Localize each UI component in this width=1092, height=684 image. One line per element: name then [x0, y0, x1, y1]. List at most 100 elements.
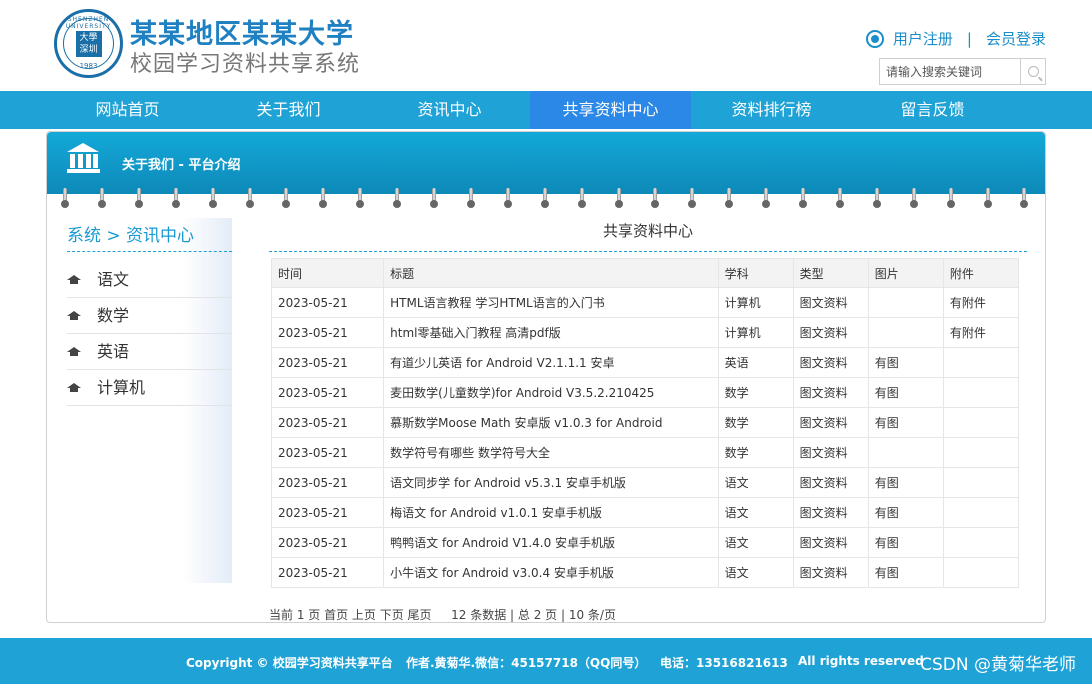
nav-shared-materials[interactable]: 共享资料中心	[530, 91, 691, 129]
cell-title[interactable]: 麦田数学(儿童数学)for Android V3.5.2.210425	[383, 377, 719, 408]
cell-attachment	[942, 467, 1020, 498]
binder-ring-icon	[430, 188, 438, 210]
binder-ring-icon	[983, 188, 992, 210]
binder-ring-icon	[835, 188, 844, 210]
table-row[interactable]: 2023-05-21 麦田数学(儿童数学)for Android V3.5.2.2…	[270, 377, 1020, 408]
table-row[interactable]: 2023-05-21 语文同步学 for Android v5.3.1 安卓手机版…	[270, 467, 1020, 498]
binder-ring-icon	[208, 188, 217, 210]
footer-rights: All rights reserved	[798, 654, 924, 668]
binder-ring-icon	[393, 188, 402, 210]
cell-image: 有图	[867, 347, 944, 378]
table-row[interactable]: 2023-05-21 html零基础入门教程 高清pdf版 计算机 图文资料 有附件	[270, 317, 1020, 348]
cell-type: 图文资料	[792, 347, 869, 378]
binder-ring-icon	[946, 188, 955, 210]
university-logo: SHENZHEN UNIVERSITY 大學 深圳 1983	[54, 9, 123, 78]
cell-time: 2023-05-21	[270, 557, 385, 588]
table-row[interactable]: 2023-05-21 慕斯数学Moose Math 安卓版 v1.0.3 for …	[270, 407, 1020, 438]
nav-feedback[interactable]: 留言反馈	[852, 91, 1013, 129]
sidebar-item-english[interactable]: 英语	[67, 334, 232, 370]
binder-ring-icon	[909, 188, 918, 210]
cell-type: 图文资料	[792, 527, 869, 558]
binder-ring-icon	[1020, 188, 1029, 210]
cell-subject: 语文	[717, 557, 794, 588]
graduation-cap-icon	[67, 310, 81, 321]
cell-image: 有图	[867, 467, 944, 498]
user-links: 用户注册 | 会员登录	[865, 28, 1046, 49]
main-nav: 网站首页 关于我们 资讯中心 共享资料中心 资料排行榜 留言反馈	[0, 91, 1092, 129]
binder-ring-icon	[503, 188, 512, 210]
cell-image: 有图	[867, 497, 944, 528]
cell-title[interactable]: 梅语文 for Android v1.0.1 安卓手机版	[383, 497, 719, 528]
cell-subject: 语文	[717, 467, 794, 498]
sidebar-item-chinese[interactable]: 语文	[67, 262, 232, 298]
cell-type: 图文资料	[792, 497, 869, 528]
table-header-row: 时间 标题 学科 类型 图片 附件	[270, 258, 1020, 288]
cell-type: 图文资料	[792, 317, 869, 348]
site-subtitle: 校园学习资料共享系统	[130, 52, 361, 77]
section-banner: 关于我们 - 平台介绍	[47, 132, 1045, 194]
binder-ring-icon	[688, 188, 697, 210]
col-title: 标题	[383, 258, 719, 288]
cell-title[interactable]: 语文同步学 for Android v5.3.1 安卓手机版	[383, 467, 719, 498]
cell-type: 图文资料	[792, 437, 869, 468]
materials-table: 时间 标题 学科 类型 图片 附件 2023-05-21 HTML语言教程 学习H…	[270, 258, 1020, 588]
cell-type: 图文资料	[792, 467, 869, 498]
cell-type: 图文资料	[792, 377, 869, 408]
table-row[interactable]: 2023-05-21 有道少儿英语 for Android V2.1.1.1 安卓…	[270, 347, 1020, 378]
cell-time: 2023-05-21	[270, 527, 385, 558]
col-attachment: 附件	[942, 258, 1020, 288]
search-button[interactable]	[1020, 59, 1045, 84]
cell-type: 图文资料	[792, 557, 869, 588]
cell-title[interactable]: html零基础入门教程 高清pdf版	[383, 317, 719, 348]
main-content: 共享资料中心 时间 标题 学科 类型 图片 附件 2023-05-21 HTML语…	[269, 218, 1027, 588]
footer-copyright: Copyright © 校园学习资料共享平台	[186, 656, 393, 670]
pagination[interactable]: 当前 1 页 首页 上页 下页 尾页 12 条数据 | 总 2 页 | 10 条…	[269, 606, 616, 623]
nav-about[interactable]: 关于我们	[208, 91, 369, 129]
cell-image: 有图	[867, 527, 944, 558]
cell-title[interactable]: HTML语言教程 学习HTML语言的入门书	[383, 287, 719, 318]
graduation-cap-icon	[67, 274, 81, 285]
table-row[interactable]: 2023-05-21 HTML语言教程 学习HTML语言的入门书 计算机 图文资料 有附…	[270, 287, 1020, 318]
sidebar: 系统 > 资讯中心 语文 数学 英语 计算机	[67, 218, 232, 583]
cell-time: 2023-05-21	[270, 317, 385, 348]
table-row[interactable]: 2023-05-21 梅语文 for Android v1.0.1 安卓手机版 语文…	[270, 497, 1020, 528]
binder-ring-icon	[725, 188, 734, 210]
table-row[interactable]: 2023-05-21 鸭鸭语文 for Android V1.4.0 安卓手机版语…	[270, 527, 1020, 558]
cell-type: 图文资料	[792, 287, 869, 318]
binder-ring-icon	[799, 188, 807, 210]
cell-image	[867, 437, 944, 468]
sidebar-item-math[interactable]: 数学	[67, 298, 232, 334]
cell-image	[867, 317, 944, 348]
cell-title[interactable]: 慕斯数学Moose Math 安卓版 v1.0.3 for Android	[383, 407, 719, 438]
binder-ring-icon	[282, 188, 291, 210]
nav-news[interactable]: 资讯中心	[369, 91, 530, 129]
binder-ring-icon	[356, 188, 365, 210]
register-link[interactable]: 用户注册	[893, 28, 953, 49]
cell-subject: 英语	[717, 347, 794, 378]
cell-subject: 语文	[717, 527, 794, 558]
search-input[interactable]	[880, 59, 1020, 84]
cell-time: 2023-05-21	[270, 497, 385, 528]
target-icon	[865, 29, 884, 48]
sidebar-title: 系统 > 资讯中心	[67, 218, 232, 252]
cell-attachment: 有附件	[942, 287, 1020, 318]
table-row[interactable]: 2023-05-21 小牛语文 for Android v3.0.4 安卓手机版语…	[270, 557, 1020, 588]
nav-home[interactable]: 网站首页	[47, 91, 208, 129]
binder-ring-icon	[97, 188, 106, 210]
table-row[interactable]: 2023-05-21 数学符号有哪些 数学符号大全 数学 图文资料	[270, 437, 1020, 468]
nav-ranking[interactable]: 资料排行榜	[691, 91, 852, 129]
binder-ring-icon	[319, 188, 328, 210]
login-link[interactable]: 会员登录	[986, 28, 1046, 49]
search-icon	[1027, 66, 1039, 77]
binder-ring-icon	[540, 188, 549, 210]
binder-ring-icon	[245, 188, 254, 210]
cell-title[interactable]: 鸭鸭语文 for Android V1.4.0 安卓手机版	[383, 527, 719, 558]
cell-subject: 计算机	[717, 287, 794, 318]
footer-author: 作者.黄菊华.微信：45157718（QQ同号）	[406, 656, 647, 670]
col-time: 时间	[270, 258, 385, 288]
cell-subject: 语文	[717, 497, 794, 528]
cell-title[interactable]: 小牛语文 for Android v3.0.4 安卓手机版	[383, 557, 719, 588]
sidebar-item-computer[interactable]: 计算机	[67, 370, 232, 406]
cell-title[interactable]: 数学符号有哪些 数学符号大全	[383, 437, 719, 468]
cell-title[interactable]: 有道少儿英语 for Android V2.1.1.1 安卓	[383, 347, 719, 378]
